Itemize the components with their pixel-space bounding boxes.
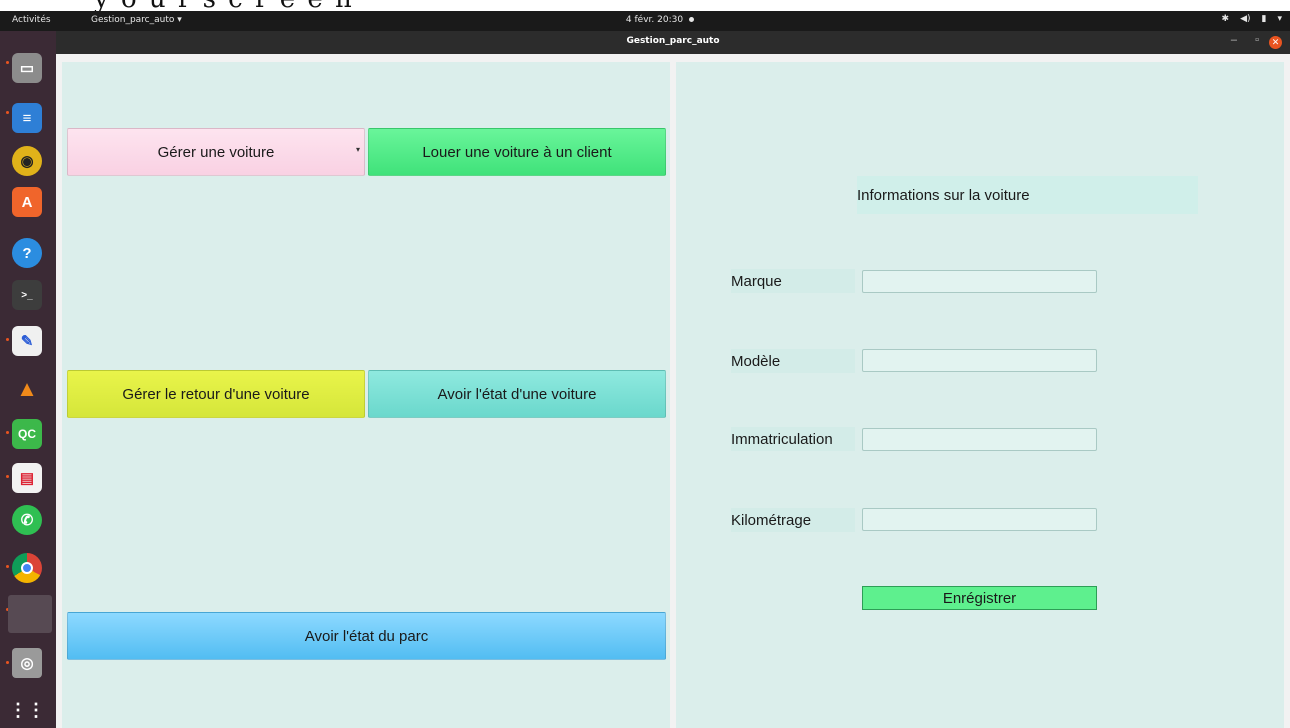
rent-car-button[interactable]: Louer une voiture à un client bbox=[368, 128, 666, 176]
brand-label-text: Marque bbox=[731, 272, 782, 290]
car-info-title: Informations sur la voiture bbox=[857, 186, 1030, 204]
registration-label: Immatriculation bbox=[731, 427, 855, 451]
brand-input[interactable] bbox=[862, 270, 1097, 293]
document-viewer-icon[interactable]: ▤ bbox=[12, 463, 42, 493]
clock[interactable]: 4 févr. 20:30 bbox=[600, 15, 720, 25]
manage-car-label: Gérer une voiture bbox=[157, 143, 275, 161]
close-icon[interactable]: ✕ bbox=[1269, 36, 1282, 49]
minimize-icon[interactable]: – bbox=[1231, 34, 1237, 46]
software-icon[interactable]: A bbox=[12, 187, 42, 217]
running-indicator bbox=[6, 61, 9, 64]
save-button-label: Enrégistrer bbox=[942, 589, 1017, 607]
writer-icon[interactable]: ≡ bbox=[12, 103, 42, 133]
battery-icon: ▮ bbox=[1261, 14, 1267, 24]
fleet-status-label: Avoir l'état du parc bbox=[304, 627, 429, 645]
actions-panel: Gérer une voiture ▾ Louer une voiture à … bbox=[62, 62, 670, 728]
maximize-icon[interactable]: ▫ bbox=[1255, 34, 1259, 46]
clock-text: 4 févr. 20:30 bbox=[625, 15, 684, 25]
files-icon[interactable]: ▭ bbox=[12, 53, 42, 83]
rent-car-label: Louer une voiture à un client bbox=[422, 143, 612, 161]
app-grid-icon[interactable]: ⋮⋮ bbox=[9, 695, 45, 725]
car-status-button[interactable]: Avoir l'état d'une voiture bbox=[368, 370, 666, 418]
vlc-icon[interactable]: ▲ bbox=[12, 374, 42, 404]
model-label: Modèle bbox=[731, 349, 855, 373]
tray-menu-chevron-icon: ▾ bbox=[1277, 14, 1282, 24]
system-tray[interactable]: ✱ ◀) ▮ ▾ bbox=[1222, 14, 1282, 24]
car-info-header: Informations sur la voiture bbox=[857, 176, 1198, 214]
chrome-icon[interactable] bbox=[12, 553, 42, 583]
mileage-label: Kilométrage bbox=[731, 508, 855, 532]
help-icon[interactable]: ? bbox=[12, 238, 42, 268]
qtcreator-icon[interactable]: QC bbox=[12, 419, 42, 449]
manage-return-button[interactable]: Gérer le retour d'une voiture bbox=[67, 370, 365, 418]
volume-icon: ◀) bbox=[1240, 14, 1251, 24]
whatsapp-icon[interactable]: ✆ bbox=[12, 505, 42, 535]
text-editor-icon[interactable]: ✎ bbox=[12, 326, 42, 356]
dropdown-caret-icon: ▾ bbox=[355, 145, 360, 154]
mileage-input[interactable] bbox=[862, 508, 1097, 531]
model-label-text: Modèle bbox=[731, 352, 781, 370]
app-menu[interactable]: Gestion_parc_auto ▾ bbox=[91, 15, 182, 25]
background-document-strip: y o u r s c r e e n bbox=[0, 0, 1290, 11]
running-indicator bbox=[6, 475, 9, 478]
running-indicator bbox=[6, 565, 9, 568]
terminal-icon[interactable]: >_ bbox=[12, 280, 42, 310]
registration-label-text: Immatriculation bbox=[731, 430, 833, 448]
registration-input[interactable] bbox=[862, 428, 1097, 451]
manage-return-label: Gérer le retour d'une voiture bbox=[122, 385, 310, 403]
window-title: Gestion_parc_auto bbox=[626, 36, 720, 46]
window-title-bar[interactable]: Gestion_parc_auto – ▫ ✕ bbox=[56, 31, 1290, 54]
rhythmbox-icon[interactable]: ◉ bbox=[12, 146, 42, 176]
notification-dot-icon bbox=[689, 17, 695, 22]
app-window: Gérer une voiture ▾ Louer une voiture à … bbox=[56, 54, 1290, 728]
mileage-label-text: Kilométrage bbox=[731, 511, 812, 529]
network-icon: ✱ bbox=[1221, 14, 1230, 24]
disc-icon[interactable]: ◎ bbox=[12, 648, 42, 678]
activities-button[interactable]: Activités bbox=[12, 15, 51, 25]
car-info-panel: Informations sur la voiture Marque Modèl… bbox=[676, 62, 1284, 728]
fleet-status-button[interactable]: Avoir l'état du parc bbox=[67, 612, 666, 660]
application-dock: ▭ ≡ ◉ A ? >_ ✎ ▲ QC ▤ ✆ ◎ ⋮⋮ bbox=[0, 31, 56, 728]
save-button[interactable]: Enrégistrer bbox=[862, 586, 1097, 610]
running-indicator bbox=[6, 338, 9, 341]
system-top-bar: Activités Gestion_parc_auto ▾ 4 févr. 20… bbox=[0, 11, 1290, 31]
brand-label: Marque bbox=[731, 269, 855, 293]
running-indicator bbox=[6, 431, 9, 434]
car-status-label: Avoir l'état d'une voiture bbox=[437, 385, 597, 403]
manage-car-button[interactable]: Gérer une voiture ▾ bbox=[67, 128, 365, 176]
running-indicator bbox=[6, 111, 9, 114]
model-input[interactable] bbox=[862, 349, 1097, 372]
running-indicator bbox=[6, 661, 9, 664]
running-app-icon[interactable] bbox=[8, 595, 52, 633]
